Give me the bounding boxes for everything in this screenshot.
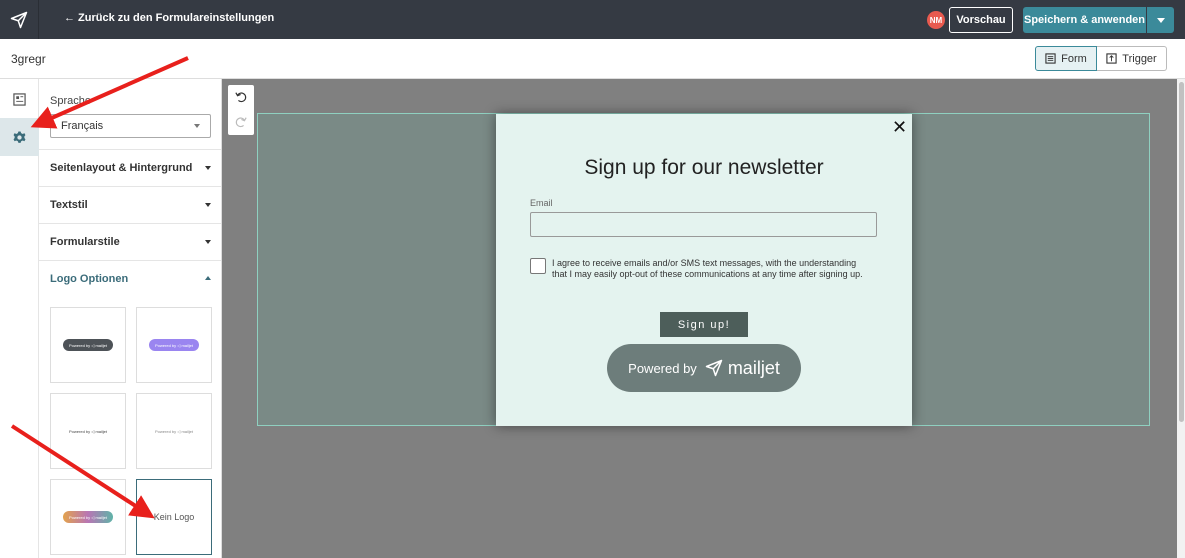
top-bar: ← Zurück zu den Formulareinstellungen NM… bbox=[0, 0, 1185, 39]
logo-preview: Powered by ◁ mailjet bbox=[149, 339, 199, 351]
tab-trigger-label: Trigger bbox=[1122, 52, 1157, 65]
tab-trigger[interactable]: Trigger bbox=[1097, 46, 1167, 71]
paper-plane-icon bbox=[10, 11, 28, 28]
history-controls bbox=[228, 85, 254, 135]
gear-icon bbox=[13, 131, 26, 143]
preview-button[interactable]: Vorschau bbox=[949, 7, 1013, 33]
language-select[interactable]: Français bbox=[50, 114, 211, 138]
powered-by-badge: Powered by mailjet bbox=[607, 344, 801, 392]
chevron-down-icon bbox=[1156, 17, 1165, 23]
brand-text: mailjet bbox=[727, 357, 780, 378]
consent-text: I agree to receive emails and/or SMS tex… bbox=[552, 258, 863, 279]
chevron-down-icon bbox=[205, 166, 211, 170]
form-name: 3gregr bbox=[11, 52, 46, 66]
app-logo[interactable] bbox=[0, 0, 39, 39]
avatar[interactable]: NM bbox=[927, 11, 945, 29]
back-link[interactable]: ← Zurück zu den Formulareinstellungen bbox=[64, 12, 274, 24]
logo-option-gradient[interactable]: Powered by ◁ mailjet bbox=[50, 479, 126, 555]
save-apply-button[interactable]: Speichern & anwenden bbox=[1023, 7, 1146, 33]
logo-option-dark[interactable]: Powered by ◁ mailjet bbox=[50, 307, 126, 383]
redo-button[interactable] bbox=[234, 115, 248, 129]
logo-preview: Powered by ◁ mailjet bbox=[69, 428, 107, 434]
logo-preview: Powered by ◁ mailjet bbox=[155, 428, 193, 434]
newsletter-popup[interactable]: ✕ Sign up for our newsletter Email I agr… bbox=[496, 114, 912, 426]
chevron-down-icon bbox=[205, 203, 211, 207]
logo-option-purple[interactable]: Powered by ◁ mailjet bbox=[136, 307, 212, 383]
section-text-style[interactable]: Textstil bbox=[39, 186, 221, 223]
section-label: Formularstile bbox=[50, 236, 120, 248]
sub-bar: 3gregr bbox=[0, 39, 1185, 79]
chevron-up-icon bbox=[205, 276, 211, 280]
layout-icon bbox=[13, 92, 26, 106]
section-label: Seitenlayout & Hintergrund bbox=[50, 162, 193, 174]
section-logo-options[interactable]: Logo Optionen bbox=[39, 260, 221, 297]
chevron-down-icon bbox=[205, 240, 211, 244]
logo-option-text-light[interactable]: Powered by ◁ mailjet bbox=[136, 393, 212, 469]
logo-preview: Powered by ◁ mailjet bbox=[63, 339, 113, 351]
side-rail bbox=[0, 79, 39, 558]
undo-button[interactable] bbox=[234, 90, 248, 104]
tab-form-label: Form bbox=[1061, 52, 1087, 65]
redo-icon bbox=[235, 117, 247, 128]
rail-settings-button[interactable] bbox=[0, 118, 39, 156]
trigger-icon bbox=[1106, 53, 1117, 64]
paper-plane-icon bbox=[705, 359, 723, 377]
section-label: Logo Optionen bbox=[50, 273, 129, 285]
logo-option-none[interactable]: Kein Logo bbox=[136, 479, 212, 555]
undo-icon bbox=[235, 92, 247, 103]
section-form-styles[interactable]: Formularstile bbox=[39, 223, 221, 260]
section-label: Textstil bbox=[50, 199, 88, 211]
signup-button[interactable]: Sign up! bbox=[660, 312, 748, 337]
popup-title: Sign up for our newsletter bbox=[584, 156, 824, 179]
tab-form[interactable]: Form bbox=[1035, 46, 1097, 71]
rail-content-button[interactable] bbox=[0, 80, 39, 118]
email-label: Email bbox=[530, 198, 553, 208]
consent-checkbox[interactable] bbox=[530, 258, 546, 274]
no-logo-label: Kein Logo bbox=[153, 512, 195, 522]
language-value: Français bbox=[61, 120, 104, 132]
save-options-dropdown[interactable] bbox=[1147, 7, 1174, 33]
chevron-down-icon bbox=[194, 124, 200, 128]
logo-option-text-dark[interactable]: Powered by ◁ mailjet bbox=[50, 393, 126, 469]
email-field[interactable] bbox=[530, 212, 877, 237]
powered-by-text: Powered by bbox=[628, 360, 697, 376]
form-icon bbox=[1045, 53, 1056, 64]
section-page-layout[interactable]: Seitenlayout & Hintergrund bbox=[39, 149, 221, 186]
logo-preview: Powered by ◁ mailjet bbox=[63, 511, 113, 523]
close-icon[interactable]: ✕ bbox=[892, 118, 907, 136]
language-label: Sprache bbox=[50, 95, 91, 107]
scroll-thumb[interactable] bbox=[1179, 82, 1184, 422]
mailjet-logo: mailjet bbox=[705, 358, 780, 379]
settings-panel: Sprache Français Seitenlayout & Hintergr… bbox=[39, 79, 222, 558]
